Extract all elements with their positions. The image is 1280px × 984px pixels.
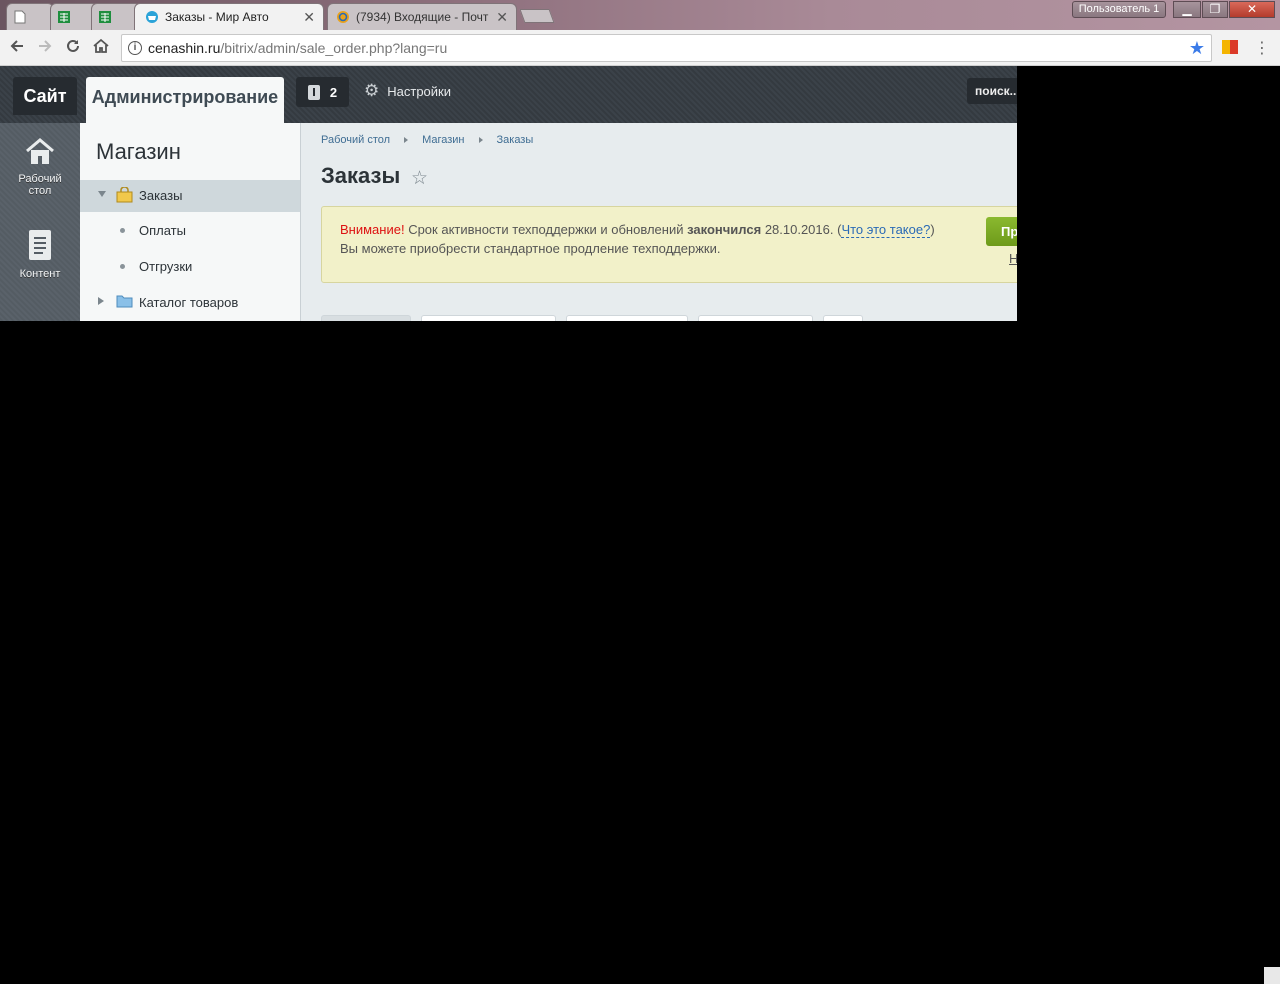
resize-corner <box>1264 967 1280 984</box>
admin-search-input[interactable]: поиск... <box>967 78 1017 104</box>
folder-icon <box>116 294 133 311</box>
renew-button[interactable]: Пр <box>986 217 1017 246</box>
favorite-star-icon[interactable]: ☆ <box>411 167 428 190</box>
arrow-left-icon <box>10 40 23 52</box>
rail-label: Контент <box>19 268 61 280</box>
home-icon <box>26 138 54 164</box>
url-text: cenashin.ru/bitrix/admin/sale_order.php?… <box>148 40 447 56</box>
support-expired-notice: Внимание! Срок активности техподдержки и… <box>321 206 1017 283</box>
menu-item-label: Каталог товаров <box>139 295 239 310</box>
settings-label: Настройки <box>387 83 451 99</box>
browser-toolbar: i cenashin.ru/bitrix/admin/sale_order.ph… <box>0 30 1280 66</box>
window-close-button[interactable]: ✕ <box>1229 1 1275 18</box>
bookmark-star-icon[interactable]: ★ <box>1189 38 1205 59</box>
blank-page-icon <box>13 10 27 24</box>
subtab[interactable] <box>698 315 813 321</box>
profile-badge[interactable]: Пользователь 1 <box>1072 1 1166 18</box>
admin-left-rail: Рабочий стол Контент <box>0 123 80 321</box>
notifications-button[interactable]: 2 <box>296 77 349 107</box>
url-path: /bitrix/admin/sale_order.php?lang=ru <box>220 40 448 56</box>
chevron-down-icon[interactable] <box>98 191 106 197</box>
reload-icon <box>67 39 79 52</box>
bag-icon <box>116 186 133 206</box>
notice-bold: закончился <box>687 222 762 237</box>
breadcrumb-item[interactable]: Магазин <box>422 134 464 146</box>
subtab[interactable] <box>421 315 556 321</box>
menu-item-payments[interactable]: Оплаты <box>80 215 300 247</box>
rail-label: Рабочий <box>18 173 62 185</box>
site-button[interactable]: Сайт <box>13 77 77 115</box>
notice-side-link[interactable]: Н <box>1009 251 1017 266</box>
page-viewport: Сайт Администрирование 2 ⚙ Настройки пои… <box>0 66 1017 321</box>
tab-title: (7934) Входящие - Почт <box>356 10 489 24</box>
breadcrumb-item[interactable]: Заказы <box>497 134 534 146</box>
address-bar[interactable]: i cenashin.ru/bitrix/admin/sale_order.ph… <box>121 34 1212 62</box>
minimize-button[interactable]: ▁ <box>1173 1 1201 18</box>
bullet-icon <box>120 228 125 233</box>
bullet-icon <box>120 264 125 269</box>
url-host: cenashin.ru <box>148 40 221 56</box>
notice-warning: Внимание! <box>340 222 405 237</box>
notice-date: 28.10.2016. <box>764 222 834 237</box>
menu-item-orders[interactable]: Заказы <box>80 180 300 212</box>
home-button[interactable] <box>90 37 112 59</box>
admin-top-panel: Сайт Администрирование 2 ⚙ Настройки пои… <box>0 66 1017 123</box>
mail-at-icon <box>336 10 350 24</box>
close-icon[interactable]: ✕ <box>496 9 508 26</box>
rail-item-content[interactable]: Контент <box>0 228 80 280</box>
breadcrumb-item[interactable]: Рабочий стол <box>321 134 390 146</box>
kebab-menu-icon[interactable]: ⋮ <box>1254 38 1270 58</box>
browser-titlebar: Заказы - Мир Авто ✕ (7934) Входящие - По… <box>0 0 1280 30</box>
page-title: Заказы <box>321 163 401 188</box>
shop-basket-icon <box>145 10 159 24</box>
notification-icon <box>307 84 320 100</box>
rail-label: стол <box>28 185 52 197</box>
menu-item-label: Заказы <box>139 188 183 203</box>
menu-item-label: Отгрузки <box>139 259 193 274</box>
admin-tab[interactable]: Администрирование <box>86 77 284 123</box>
tab-title: Заказы - Мир Авто <box>165 10 269 24</box>
settings-button[interactable]: ⚙ Настройки <box>364 81 451 100</box>
subtab[interactable] <box>823 315 863 321</box>
close-icon[interactable]: ✕ <box>303 9 315 26</box>
back-button[interactable] <box>6 37 28 59</box>
notice-line-2: Вы можете приобрести стандартное продлен… <box>340 241 721 256</box>
notifications-count: 2 <box>329 84 338 100</box>
browser-tab-mail[interactable]: (7934) Входящие - Почт ✕ <box>327 3 517 30</box>
document-icon <box>29 230 51 260</box>
notice-text: Срок активности техподдержки и обновлени… <box>408 222 684 237</box>
arrow-right-icon <box>39 40 52 52</box>
info-icon[interactable]: i <box>128 41 142 55</box>
main-content: Рабочий стол Магазин Заказы Заказы ☆ Вни… <box>301 123 1017 321</box>
menu-title: Магазин <box>96 139 181 164</box>
chevron-right-icon <box>404 137 409 143</box>
forward-button[interactable] <box>34 37 56 59</box>
section-menu: Магазин Заказы Оплаты Отгрузки Каталог т… <box>80 123 301 321</box>
what-is-this-link[interactable]: Что это такое? <box>841 222 931 238</box>
new-tab-button[interactable] <box>519 9 555 23</box>
chevron-right-icon <box>478 137 483 143</box>
rail-item-desktop[interactable]: Рабочий стол <box>0 137 80 197</box>
menu-item-label: Оплаты <box>139 223 186 238</box>
reload-button[interactable] <box>62 37 84 59</box>
restore-button[interactable]: ❐ <box>1202 1 1228 18</box>
menu-item-shipments[interactable]: Отгрузки <box>80 251 300 283</box>
breadcrumb: Рабочий стол Магазин Заказы <box>321 134 533 146</box>
subtab[interactable] <box>321 315 411 321</box>
subtab[interactable] <box>566 315 688 321</box>
browser-tab-1[interactable] <box>6 3 54 30</box>
notice-line-1: Внимание! Срок активности техподдержки и… <box>340 222 935 238</box>
browser-tab-orders[interactable]: Заказы - Мир Авто ✕ <box>134 3 324 30</box>
spreadsheet-icon <box>98 10 112 24</box>
chevron-right-icon[interactable] <box>98 297 104 305</box>
gear-icon: ⚙ <box>364 81 380 100</box>
home-icon <box>93 38 109 53</box>
menu-item-catalog[interactable]: Каталог товаров <box>80 287 300 319</box>
extension-icon[interactable] <box>1222 38 1238 56</box>
spreadsheet-icon <box>57 10 71 24</box>
